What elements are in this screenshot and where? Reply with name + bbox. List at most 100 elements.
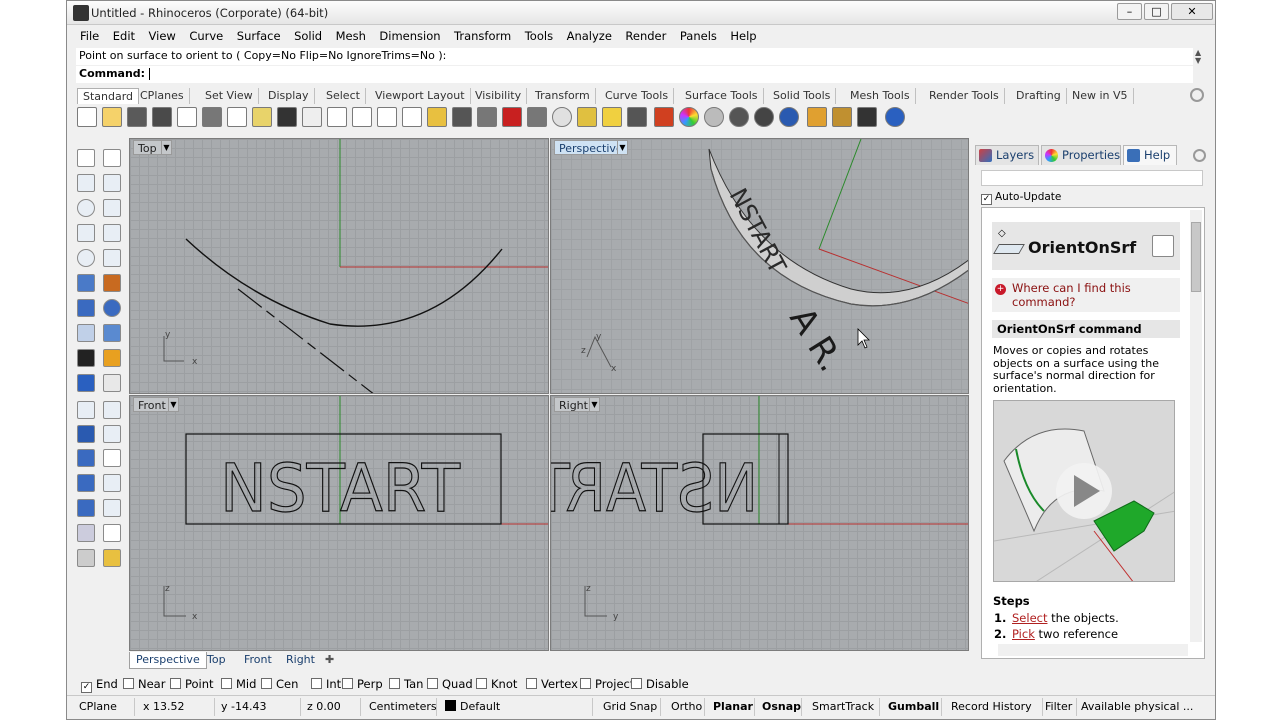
menu-solid[interactable]: Solid <box>289 28 327 45</box>
paint-icon[interactable] <box>103 549 121 567</box>
surface-edit-icon[interactable] <box>103 274 121 292</box>
boolean-icon[interactable] <box>77 349 95 367</box>
tab-surface-tools[interactable]: Surface Tools <box>680 88 764 104</box>
tab-drafting[interactable]: Drafting <box>1011 88 1067 104</box>
undo-icon[interactable] <box>277 107 297 127</box>
import-icon[interactable] <box>177 107 197 127</box>
vptab-front[interactable]: Front <box>238 652 278 669</box>
surface-icon[interactable] <box>77 274 95 292</box>
copy-to-clipboard-icon[interactable] <box>1152 235 1174 257</box>
toolbar-options-gear-icon[interactable] <box>1190 88 1204 102</box>
tab-mesh-tools[interactable]: Mesh Tools <box>845 88 916 104</box>
analysis-icon[interactable] <box>77 524 95 542</box>
minimize-button[interactable]: – <box>1117 3 1142 20</box>
menu-tools[interactable]: Tools <box>520 28 558 45</box>
tab-visibility[interactable]: Visibility <box>470 88 528 104</box>
maximize-button[interactable]: □ <box>1144 3 1169 20</box>
lock-icon[interactable] <box>627 107 647 127</box>
osnap-checkbox[interactable] <box>631 678 642 689</box>
dimension-icon[interactable] <box>857 107 877 127</box>
polyline-icon[interactable] <box>77 174 95 192</box>
menu-render[interactable]: Render <box>620 28 671 45</box>
panel-options-gear-icon[interactable] <box>1193 149 1206 162</box>
align-icon[interactable] <box>103 374 121 392</box>
osnap-checkbox[interactable] <box>476 678 487 689</box>
grid-icon[interactable] <box>103 449 121 467</box>
vptab-top[interactable]: Top <box>201 652 232 669</box>
help-horizontal-scrollbar[interactable] <box>998 644 1188 656</box>
menu-file[interactable]: File <box>75 28 104 45</box>
osnap-perp[interactable]: Perp <box>342 677 383 691</box>
tab-select[interactable]: Select <box>321 88 366 104</box>
ellipse-icon[interactable] <box>77 249 95 267</box>
auto-update-checkbox[interactable]: ✓ <box>981 194 992 205</box>
tab-set-view[interactable]: Set View <box>200 88 259 104</box>
circle-icon[interactable] <box>552 107 572 127</box>
viewport-right[interactable]: NSTART z y Right ▼ <box>550 395 969 651</box>
zoom-icon[interactable] <box>352 107 372 127</box>
rectangle-icon[interactable] <box>103 224 121 242</box>
status-cplane[interactable]: CPlane <box>75 698 135 716</box>
osnap-checkbox[interactable] <box>526 678 537 689</box>
osnap-checkbox[interactable] <box>342 678 353 689</box>
osnap-end[interactable]: ✓ End <box>81 677 118 693</box>
pick-link[interactable]: Pick <box>1012 627 1035 641</box>
help-vertical-scrollbar[interactable] <box>1190 210 1202 642</box>
check-icon[interactable] <box>103 524 121 542</box>
help-search-field[interactable] <box>981 170 1203 186</box>
paste-icon[interactable] <box>252 107 272 127</box>
curve-icon[interactable] <box>103 174 121 192</box>
menu-curve[interactable]: Curve <box>184 28 228 45</box>
new-icon[interactable] <box>77 107 97 127</box>
tab-viewport-layout[interactable]: Viewport Layout <box>370 88 471 104</box>
tab-new-in-v5[interactable]: New in V5 <box>1067 88 1134 104</box>
osnap-checkbox[interactable] <box>311 678 322 689</box>
panel-tab-layers[interactable]: Layers <box>975 145 1039 165</box>
osnap-checkbox[interactable]: ✓ <box>81 682 92 693</box>
cut-icon[interactable] <box>202 107 222 127</box>
close-button[interactable]: ✕ <box>1171 3 1213 20</box>
osnap-project[interactable]: Project <box>580 677 634 691</box>
status-units[interactable]: Centimeters <box>365 698 437 716</box>
status-smarttrack[interactable]: SmartTrack <box>808 698 880 716</box>
status-filter[interactable]: Filter <box>1041 698 1077 716</box>
osnap-checkbox[interactable] <box>170 678 181 689</box>
panel-tab-help[interactable]: Help <box>1123 145 1177 165</box>
cage-icon[interactable] <box>527 107 547 127</box>
tab-standard[interactable]: Standard <box>77 88 140 104</box>
status-osnap[interactable]: Osnap <box>758 698 802 716</box>
menu-panels[interactable]: Panels <box>675 28 722 45</box>
select-link[interactable]: Select <box>1012 611 1047 625</box>
grid-snap-icon[interactable] <box>577 107 597 127</box>
status-grid-snap[interactable]: Grid Snap <box>599 698 661 716</box>
viewport-label-top[interactable]: Top <box>133 140 162 155</box>
block-icon[interactable] <box>77 474 95 492</box>
add-viewport-tab-icon[interactable]: ✚ <box>319 652 340 669</box>
osnap-checkbox[interactable] <box>221 678 232 689</box>
pan-icon[interactable] <box>302 107 322 127</box>
array-icon[interactable] <box>77 449 95 467</box>
osnap-int[interactable]: Int <box>311 677 341 691</box>
viewport-perspective[interactable]: NSTART A R. y z x Perspective ▼ <box>550 138 969 394</box>
sphere-icon[interactable] <box>103 299 121 317</box>
zoom-window-icon[interactable] <box>377 107 397 127</box>
point-icon[interactable] <box>807 107 827 127</box>
osnap-cen[interactable]: Cen <box>261 677 298 691</box>
command-line[interactable]: Command: <box>76 66 1193 83</box>
menu-surface[interactable]: Surface <box>232 28 286 45</box>
copy-icon[interactable] <box>227 107 247 127</box>
hatch-icon[interactable] <box>103 474 121 492</box>
tab-cplanes[interactable]: CPlanes <box>135 88 190 104</box>
circle-icon[interactable] <box>77 199 95 217</box>
tab-display[interactable]: Display <box>263 88 315 104</box>
menu-view[interactable]: View <box>144 28 181 45</box>
chevron-down-icon[interactable]: ▼ <box>589 397 600 412</box>
status-planar[interactable]: Planar <box>709 698 755 716</box>
osnap-point[interactable]: Point <box>170 677 214 691</box>
blue-sphere-icon[interactable] <box>779 107 799 127</box>
menu-dimension[interactable]: Dimension <box>374 28 445 45</box>
menu-edit[interactable]: Edit <box>108 28 140 45</box>
osnap-disable[interactable]: Disable <box>631 677 689 691</box>
rendered-sphere-icon[interactable] <box>754 107 774 127</box>
gumball-icon[interactable] <box>77 374 95 392</box>
